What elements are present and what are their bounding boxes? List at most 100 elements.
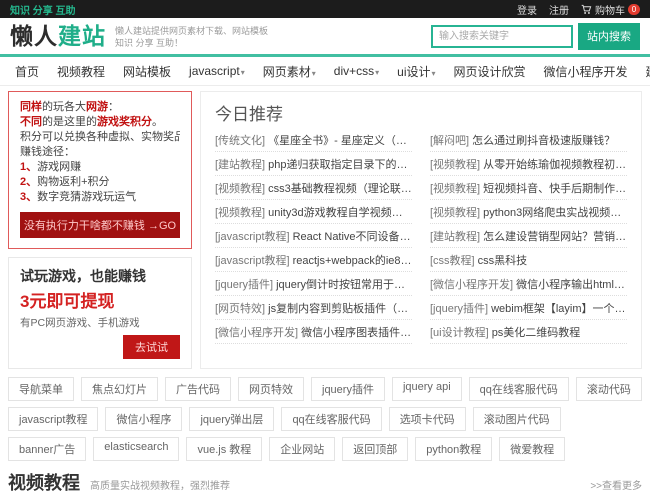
recommend-item-category: [javascript教程] <box>215 254 290 267</box>
recommend-item[interactable]: [建站教程]怎么建设营销型网站？营销型网站都具备什么样的特征？ <box>430 224 627 248</box>
recommend-item[interactable]: [微信小程序开发]微信小程序图表插件（wx-charts） <box>215 320 412 344</box>
recommend-item[interactable]: [微信小程序开发]微信小程序输出html内容数据插件wxParse <box>430 272 627 296</box>
recommend-item[interactable]: [jquery插件]webim框架【layim】一个纯前端webim插件 <box>430 296 627 320</box>
nav-item-label: javascript <box>189 64 240 78</box>
promo-list-item: 1、游戏网赚 <box>20 160 180 175</box>
main-nav: 首页 视频教程 网站模板 javascript▾ 网页素材▾ div+css▾ … <box>0 57 650 86</box>
tag-link[interactable]: jquery插件 <box>311 377 385 401</box>
tag-link[interactable]: 微信小程序 <box>105 407 183 431</box>
topbar-account-links: 登录 注册 购物车 0 <box>517 2 640 17</box>
nav-item-label: 网站模板 <box>123 64 172 79</box>
tagline-line2: 知识 分享 互助！ <box>115 38 184 48</box>
recommend-item[interactable]: [建站教程]php递归获取指定目录下的指定类型文件 <box>215 152 412 176</box>
recommend-item-title: ps美化二维码教程 <box>491 326 581 339</box>
recommend-item[interactable]: [视频教程]从零开始练瑜伽视频教程初级全套百度云下载 <box>430 152 627 176</box>
nav-item[interactable]: 网站模板 <box>114 63 180 80</box>
tag-link[interactable]: 广告代码 <box>165 377 231 401</box>
tag-link[interactable]: 微爱教程 <box>499 437 566 461</box>
try-it-button[interactable]: 去试试 <box>123 335 180 359</box>
recommend-item[interactable]: [javascript教程]reactjs+webpack的ie8兼容问题解决方… <box>215 248 412 272</box>
tag-link[interactable]: qq在线客服代码 <box>468 377 569 401</box>
recommend-item[interactable]: [视频教程]短视频抖音、快手后期制作教程视频百度云盘 <box>430 176 627 200</box>
register-link[interactable]: 注册 <box>549 2 569 17</box>
tag-link[interactable]: 返回顶部 <box>342 437 409 461</box>
nav-item-label: 建站教程 <box>646 65 650 79</box>
logo-text-dark: 懒人 <box>10 22 58 49</box>
search-button[interactable]: 站内搜索 <box>578 22 640 50</box>
nav-item-label: div+css <box>333 64 375 78</box>
tag-link[interactable]: python教程 <box>415 437 493 461</box>
tag-link[interactable]: 导航菜单 <box>8 377 74 401</box>
promo-text: 的玩各大 <box>42 101 86 113</box>
tag-link[interactable]: 选项卡代码 <box>388 407 466 431</box>
tag-link[interactable]: 滚动代码 <box>575 377 642 401</box>
recommend-item-title: php递归获取指定目录下的指定类型文件 <box>268 158 412 171</box>
nav-item[interactable]: ui设计▾ <box>388 63 444 80</box>
recommend-item[interactable]: [css教程] css黑科技 <box>430 248 627 272</box>
promo-emphasis: 同样 <box>20 101 42 113</box>
recommend-item-category: [jquery插件] <box>215 278 274 291</box>
search-input[interactable] <box>431 24 573 48</box>
nav-item[interactable]: 网页设计欣赏 <box>445 63 535 80</box>
go-earn-button[interactable]: 没有执行力干啥都不赚钱 →GO <box>20 212 180 238</box>
nav-item[interactable]: 网页素材▾ <box>254 63 325 80</box>
tag-link[interactable]: qq在线客服代码 <box>281 407 382 431</box>
tag-link[interactable]: 滚动图片代码 <box>472 407 561 431</box>
tag-link[interactable]: elasticsearch <box>93 437 180 461</box>
cart-count-badge: 0 <box>628 3 640 15</box>
nav-item[interactable]: 首页 <box>6 63 48 80</box>
tag-link[interactable]: jquery弹出层 <box>189 407 275 431</box>
nav-item[interactable]: 建站教程 <box>637 63 650 80</box>
cart-link[interactable]: 购物车 0 <box>581 2 640 17</box>
recommend-item-category: [微信小程序开发] <box>215 326 299 339</box>
recommend-item[interactable]: [javascript教程]React Native不同设备分辨率适配和设计稿尺… <box>215 224 412 248</box>
recommend-item[interactable]: [jquery插件]jquery倒计时按钮常用于验证码倒计时按钮 <box>215 272 412 296</box>
nav-item-label: 首页 <box>15 64 40 79</box>
tag-link[interactable]: jquery api <box>391 377 462 401</box>
nav-item-label: ui设计 <box>397 64 431 79</box>
recommend-item-title: css黑科技 <box>477 254 528 267</box>
recommend-item-title: jquery倒计时按钮常用于验证码倒计时按钮 <box>276 278 412 291</box>
recommend-item-category: [视频教程] <box>430 158 481 171</box>
nav-item-label: 微信小程序开发 <box>543 64 628 79</box>
tag-link[interactable]: banner广告 <box>8 437 87 461</box>
login-link[interactable]: 登录 <box>517 2 537 17</box>
nav-item[interactable]: 微信小程序开发 <box>535 63 637 80</box>
nav-item[interactable]: javascript▾ <box>180 64 254 78</box>
recommend-item[interactable]: [ui设计教程] ps美化二维码教程 <box>430 320 627 344</box>
recommend-item-category: [视频教程] <box>215 206 266 219</box>
promo-line: 同样的玩各大网游： <box>20 100 180 115</box>
video-section-title: 视频教程 <box>8 473 80 493</box>
nav-item[interactable]: div+css▾ <box>325 64 388 78</box>
recommend-item[interactable]: [网页特效]js复制内容到剪贴板插件（clipboard.js） <box>215 296 412 320</box>
recommend-item-category: [jquery插件] <box>430 302 489 315</box>
recommend-item-title: webim框架【layim】一个纯前端webim插件 <box>491 302 627 315</box>
recommend-item-title: 微信小程序输出html内容数据插件wxParse <box>516 278 627 291</box>
promo-line: 积分可以兑换各种虚拟、实物奖品。 <box>20 131 180 143</box>
recommend-item-title: 《星座全书》- 星座定义（第二章第5节）. <box>268 134 412 147</box>
promo-line: 赚钱途径： <box>20 146 75 158</box>
recommend-item[interactable]: [视频教程]python3网络爬虫实战视频教程下载【百度网盘】 <box>430 200 627 224</box>
recommend-list: [传统文化]《星座全书》- 星座定义（第二章第5节）. [解闷吧]怎么通过刷抖音… <box>215 128 627 344</box>
promo-list-number: 2、 <box>20 176 38 188</box>
tag-link[interactable]: 网页特效 <box>238 377 304 401</box>
left-column: 同样的玩各大网游： 不同的是这里的游戏奖积分。 积分可以兑换各种虚拟、实物奖品。… <box>8 91 192 369</box>
recommend-item-title: React Native不同设备分辨率适配和设计稿尺寸单... <box>292 230 412 243</box>
nav-item[interactable]: 视频教程 <box>48 63 114 80</box>
promo-list-item: 3、数字竞猜游戏玩运气 <box>20 190 180 205</box>
see-more-link[interactable]: >>查看更多 <box>590 477 642 492</box>
tag-link[interactable]: 企业网站 <box>269 437 336 461</box>
promo-list-number: 1、 <box>20 161 38 173</box>
recommend-item[interactable]: [解闷吧] 怎么通过刷抖音极速版赚钱？ <box>430 128 627 152</box>
tag-link[interactable]: javascript教程 <box>8 407 99 431</box>
nav-item-label: 视频教程 <box>57 64 106 79</box>
recommend-item-category: [建站教程] <box>430 230 481 243</box>
tag-link[interactable]: vue.js 教程 <box>186 437 263 461</box>
recommend-item[interactable]: [视频教程]unity3d游戏教程自学视频炉石传说游戏开发实战 <box>215 200 412 224</box>
recommend-item-title: 怎么建设营销型网站？营销型网站都具备什么样的特征？ <box>483 230 627 243</box>
recommend-item[interactable]: [传统文化]《星座全书》- 星座定义（第二章第5节）. <box>215 128 412 152</box>
tag-link[interactable]: 焦点幻灯片 <box>81 377 158 401</box>
recommend-item[interactable]: [视频教程]css3基础教程视频（理论联系实战）css3入门推荐百度... <box>215 176 412 200</box>
site-logo[interactable]: 懒人建站 <box>10 22 106 49</box>
nav-item-label: 网页设计欣赏 <box>453 64 526 79</box>
